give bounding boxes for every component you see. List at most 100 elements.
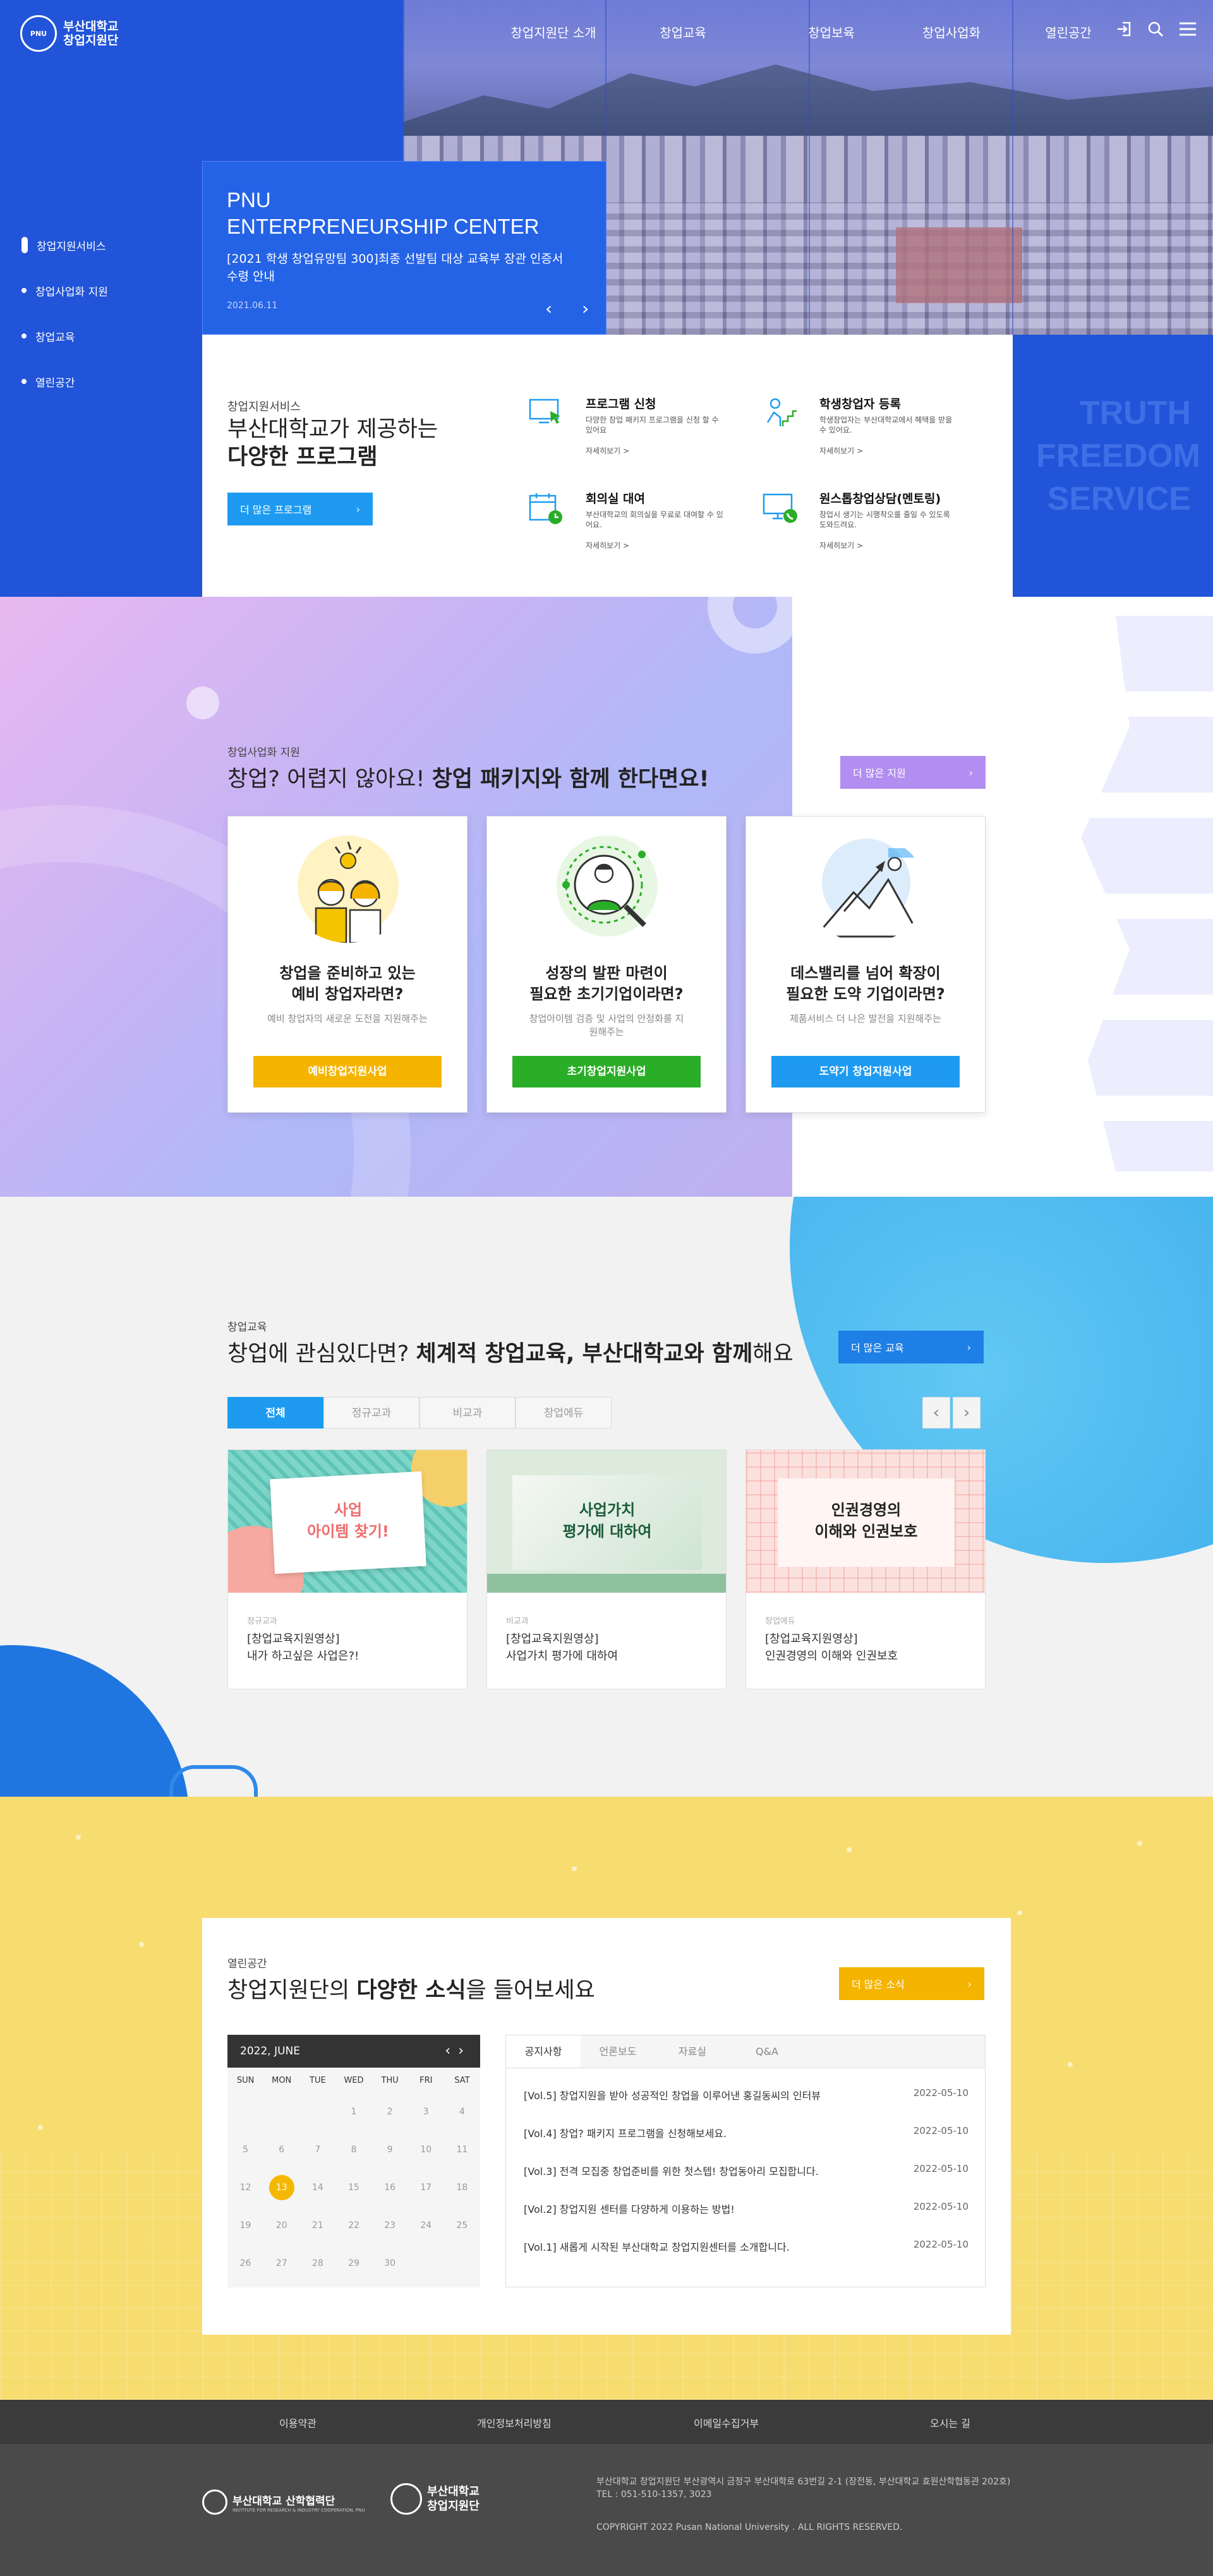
tab-extracurricular[interactable]: 비교과 (419, 1397, 516, 1429)
calendar-day-cell[interactable]: 5 (227, 2131, 263, 2169)
more-news-button[interactable]: 더 많은 소식 › (839, 1967, 984, 2000)
education-card[interactable]: 사업가치 평가에 대하여 비교과 [창업교육지원영상] 사업가치 평가에 대하여 (486, 1449, 727, 1689)
footer-link-email-refusal[interactable]: 이메일수집거부 (694, 2415, 759, 2430)
calendar-day: 26 (239, 2258, 251, 2268)
service-item-mentoring[interactable]: 원스톱창업상담(멘토링) 창업시 생기는 시행착오를 줄일 수 있도록 도와드려… (761, 489, 963, 565)
calendar-day: 25 (456, 2220, 468, 2231)
calendar-day-cell[interactable]: 3 (408, 2093, 444, 2131)
service-item-program[interactable]: 프로그램 신청 다양한 창업 패키지 프로그램을 신청 할 수 있어요 자세히보… (528, 395, 730, 470)
tab-startup-edu[interactable]: 창업에듀 (516, 1397, 612, 1429)
service-more-link[interactable]: 자세히보기 > (819, 445, 863, 456)
title-normal: 해요 (752, 1341, 794, 1367)
title-bold: 다양한 소식 (356, 1978, 466, 2003)
card-title-line2: 예비 창업자라면? (291, 985, 404, 1003)
calendar-day-cell[interactable]: 27 (263, 2244, 299, 2282)
calendar-day-cell[interactable]: 12 (227, 2169, 263, 2207)
services-title: 부산대학교가 제공하는 다양한 프로그램 (227, 416, 438, 471)
service-item-meeting-room[interactable]: 회의실 대여 부산대학교의 회의실을 무료로 대여할 수 있어요. 자세히보기 … (528, 489, 730, 565)
news-item[interactable]: [Vol.2] 창업지원 센터를 다양하게 이용하는 방법! 2022-05-10 (506, 2187, 985, 2225)
service-item-student[interactable]: 학생창업자 등록 학생창업자는 부산대학교에서 혜택을 받을 수 있어요. 자세… (761, 395, 963, 470)
chevron-right-icon[interactable]: › (458, 2043, 471, 2059)
dot-icon (21, 288, 27, 293)
tab-all[interactable]: 전체 (227, 1397, 323, 1429)
tab-archive[interactable]: 자료실 (655, 2035, 730, 2068)
footer-address: 부산대학교 창업지원단 부산광역시 금정구 부산대학로 63번길 2-1 (장전… (596, 2477, 1011, 2487)
more-education-button[interactable]: 더 많은 교육 › (838, 1331, 984, 1363)
calendar-day-cell[interactable]: 1 (335, 2093, 371, 2131)
sidenav-item-education[interactable]: 창업교육 (21, 325, 108, 347)
education-card[interactable]: 인권경영의 이해와 인권보호 창업에듀 [창업교육지원영상] 인권경영의 이해와 인… (745, 1449, 986, 1689)
tab-regular[interactable]: 정규교과 (323, 1397, 419, 1429)
calendar-day-cell[interactable]: 9 (372, 2131, 408, 2169)
calendar-day-cell[interactable]: 25 (444, 2207, 480, 2244)
news-item[interactable]: [Vol.1] 새롭게 시작된 부산대학교 창업지원센터를 소개합니다. 2022… (506, 2225, 985, 2263)
footer-link-terms[interactable]: 이용약관 (279, 2415, 317, 2430)
calendar-day-cell[interactable]: 29 (335, 2244, 371, 2282)
service-desc: 창업시 생기는 시행착오를 줄일 수 있도록 도와드려요. (819, 510, 950, 529)
search-icon[interactable] (1147, 20, 1164, 38)
calendar-day-cell[interactable]: 8 (335, 2131, 371, 2169)
more-support-button[interactable]: 더 많은 지원 › (840, 756, 986, 789)
calendar-day-cell[interactable]: 14 (299, 2169, 335, 2207)
menu-icon[interactable] (1178, 20, 1196, 38)
service-more-link[interactable]: 자세히보기 > (586, 540, 629, 551)
sidenav-item-open-space[interactable]: 열린공간 (21, 370, 108, 393)
news-item[interactable]: [Vol.5] 창업지원을 받아 성공적인 창업을 이루어낸 홍길동씨의 인터뷰… (506, 2073, 985, 2111)
nav-item-open-space[interactable]: 열린공간 (1034, 23, 1103, 41)
dot-icon (21, 379, 27, 384)
calendar-day-cell[interactable]: 16 (372, 2169, 408, 2207)
calendar-day-cell[interactable]: 11 (444, 2131, 480, 2169)
tab-notice[interactable]: 공지사항 (506, 2035, 581, 2068)
calendar-day-cell[interactable]: 19 (227, 2207, 263, 2244)
nav-item-about[interactable]: 창업지원단 소개 (503, 23, 604, 41)
early-stage-button[interactable]: 초기창업지원사업 (512, 1056, 701, 1087)
calendar-day-cell[interactable]: 21 (299, 2207, 335, 2244)
growth-stage-button[interactable]: 도약기 창업지원사업 (771, 1056, 960, 1087)
tab-qna[interactable]: Q&A (730, 2035, 804, 2068)
hero-prev-button[interactable]: ‹ (545, 300, 552, 318)
site-logo[interactable]: PNU 부산대학교 창업지원단 (20, 15, 118, 52)
nav-item-incubation[interactable]: 창업보육 (800, 23, 863, 41)
pre-founder-illustration (298, 836, 399, 943)
calendar-day-cell[interactable]: 22 (335, 2207, 371, 2244)
calendar-day-cell[interactable]: 13 (263, 2169, 299, 2207)
chevron-left-icon[interactable]: ‹ (445, 2043, 458, 2059)
hero-notice-box: PNU ENTERPRENEURSHIP CENTER [2021 학생 창업유망… (202, 161, 606, 335)
calendar-day-cell[interactable]: 30 (372, 2244, 408, 2282)
calendar-day-cell[interactable]: 17 (408, 2169, 444, 2207)
calendar-day-cell[interactable]: 23 (372, 2207, 408, 2244)
calendar-day-cell[interactable]: 15 (335, 2169, 371, 2207)
chevron-left-icon[interactable]: ‹ (922, 1397, 950, 1429)
news-item[interactable]: [Vol.3] 전격 모집중 창업준비를 위한 첫스텝! 창업동아리 모집합니다… (506, 2149, 985, 2187)
footer-tel: TEL : 051-510-1357, 3023 (596, 2489, 712, 2500)
calendar-day-cell[interactable]: 18 (444, 2169, 480, 2207)
chevron-right-icon[interactable]: › (953, 1397, 981, 1429)
calendar-day-cell[interactable]: 6 (263, 2131, 299, 2169)
pre-startup-button[interactable]: 예비창업지원사업 (253, 1056, 442, 1087)
calendar-day-cell[interactable]: 24 (408, 2207, 444, 2244)
sidenav-item-services[interactable]: 창업지원서비스 (21, 234, 108, 256)
calendar-day-cell[interactable]: 26 (227, 2244, 263, 2282)
calendar-day-cell[interactable]: 20 (263, 2207, 299, 2244)
calendar-day-cell[interactable]: 7 (299, 2131, 335, 2169)
calendar-day-cell[interactable]: 10 (408, 2131, 444, 2169)
university-seal-icon: PNU (20, 15, 57, 52)
calendar-day-cell[interactable]: 4 (444, 2093, 480, 2131)
service-more-link[interactable]: 자세히보기 > (819, 540, 863, 551)
calendar-day-cell[interactable]: 28 (299, 2244, 335, 2282)
education-card[interactable]: 사업 아이템 찾기! 정규교과 [창업교육지원영상] 내가 하고싶은 사업은?! (227, 1449, 468, 1689)
nav-item-education[interactable]: 창업교육 (629, 23, 737, 41)
footer-link-privacy[interactable]: 개인정보처리방침 (477, 2415, 552, 2430)
more-programs-button[interactable]: 더 많은 프로그램 › (227, 493, 373, 525)
news-item[interactable]: [Vol.4] 창업? 패키지 프로그램을 신청해보세요. 2022-05-10 (506, 2111, 985, 2149)
footer-link-directions[interactable]: 오시는 길 (930, 2415, 970, 2430)
hero-next-button[interactable]: › (582, 300, 589, 318)
service-more-link[interactable]: 자세히보기 > (586, 445, 629, 456)
hero-headline[interactable]: [2021 학생 창업유망팀 300]최종 선발팀 대상 교육부 장관 인증서 … (227, 250, 568, 285)
card-title-line2: 인권경영의 이해와 인권보호 (765, 1650, 898, 1663)
login-icon[interactable] (1115, 20, 1133, 38)
nav-item-commercialization[interactable]: 창업사업화 (914, 23, 989, 41)
sidenav-item-commercialization[interactable]: 창업사업화 지원 (21, 279, 108, 302)
calendar-day-cell[interactable]: 2 (372, 2093, 408, 2131)
tab-press[interactable]: 언론보도 (581, 2035, 655, 2068)
